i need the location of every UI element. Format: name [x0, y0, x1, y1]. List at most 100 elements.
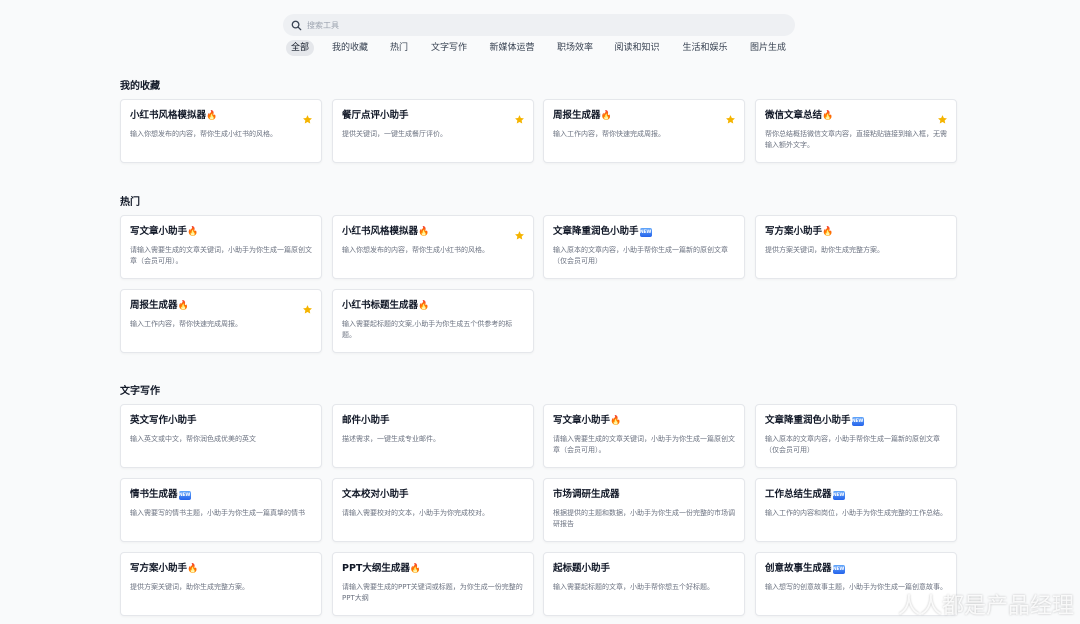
- tool-card[interactable]: 周报生成器🔥 输入工作内容，帮你快速完成周报。: [120, 289, 322, 353]
- tool-card[interactable]: 起标题小助手输入需要起标题的文章，小助手帮你想五个好标题。: [543, 552, 745, 616]
- card-title-row: 创意故事生成器NEW: [765, 562, 947, 576]
- fire-icon: 🔥: [600, 111, 612, 121]
- card-title-row: 情书生成器NEW: [130, 488, 312, 502]
- card-title: 写文章小助手: [130, 226, 188, 237]
- tool-card[interactable]: 邮件小助手 描述需求，一键生成专业邮件。: [332, 404, 534, 468]
- card-description: 输入原本的文章内容，小助手帮你生成一篇新的原创文章（仅会员可用）: [765, 435, 940, 454]
- tool-card[interactable]: 周报生成器🔥 输入工作内容，帮你快速完成周报。: [543, 99, 745, 163]
- star-icon[interactable]: [937, 110, 948, 124]
- tool-card[interactable]: 英文写作小助手输入英文或中文，帮你润色成优美的英文: [120, 404, 322, 468]
- card-description: 输入你想发布的内容，帮你生成小红书的风格。: [130, 130, 277, 138]
- tool-card[interactable]: 写文章小助手🔥 请输入需要生成的文章关键词，小助手为你生成一篇原创文章（会员可用）…: [120, 215, 322, 279]
- card-title-row: 邮件小助手: [342, 414, 524, 428]
- card-title: 创意故事生成器: [765, 563, 832, 574]
- card-description: 请输入需要生成的文章关键词，小助手为你生成一篇原创文章（会员可用）。: [553, 435, 735, 454]
- fire-icon: 🔥: [409, 564, 422, 574]
- card-description: 输入需要写的情书主题，小助手为你生成一篇真挚的情书: [130, 509, 305, 517]
- card-title: 邮件小助手: [342, 415, 390, 426]
- card-title-row: 文章降重润色小助手NEW: [765, 414, 947, 428]
- card-description: 输入原本的文章内容，小助手帮你生成一篇新的原创文章（仅会员可用）: [553, 246, 728, 265]
- card-title: 写方案小助手: [765, 226, 823, 237]
- fire-icon: 🔥: [822, 111, 834, 121]
- card-description: 输入英文或中文，帮你润色成优美的英文: [130, 435, 256, 443]
- fire-icon: 🔥: [822, 227, 834, 237]
- card-title: 微信文章总结: [765, 110, 823, 121]
- search-input[interactable]: [307, 20, 787, 30]
- card-title: 周报生成器: [553, 110, 601, 121]
- card-title: 工作总结生成器: [765, 489, 832, 500]
- tool-card[interactable]: 小红书风格模拟器🔥 输入你想发布的内容，帮你生成小红书的风格。: [332, 215, 534, 279]
- card-description: 输入想写的创意故事主题，小助手为你生成一篇创意故事。: [765, 583, 947, 591]
- star-icon[interactable]: [302, 110, 313, 124]
- card-title-row: 起标题小助手: [553, 562, 735, 576]
- tab-7[interactable]: 生活和娱乐: [677, 40, 732, 56]
- card-title-row: 写方案小助手🔥: [130, 562, 312, 576]
- card-title-row: 微信文章总结🔥: [765, 109, 947, 123]
- tool-card[interactable]: 小红书风格模拟器🔥 输入你想发布的内容，帮你生成小红书的风格。: [120, 99, 322, 163]
- tool-card[interactable]: 文章降重润色小助手NEW 输入原本的文章内容，小助手帮你生成一篇新的原创文章（仅会…: [755, 404, 957, 468]
- new-badge-icon: NEW: [832, 491, 845, 500]
- tab-5[interactable]: 职场效率: [552, 40, 598, 56]
- star-icon[interactable]: [725, 110, 736, 124]
- card-description: 提供方案关键词，助你生成完整方案。: [765, 246, 884, 254]
- card-title: 写方案小助手: [130, 563, 188, 574]
- tab-2[interactable]: 热门: [385, 40, 413, 56]
- tool-card[interactable]: 写文章小助手🔥 请输入需要生成的文章关键词，小助手为你生成一篇原创文章（会员可用）…: [543, 404, 745, 468]
- card-title-row: 工作总结生成器NEW: [765, 488, 947, 502]
- star-icon[interactable]: [302, 300, 313, 314]
- card-description: 输入工作内容，帮你快速完成周报。: [553, 130, 665, 138]
- card-title-row: PPT大纲生成器🔥: [342, 562, 524, 576]
- star-icon[interactable]: [514, 110, 525, 124]
- card-description: 输入需要起标题的文章，小助手帮你想五个好标题。: [553, 583, 714, 591]
- card-description: 提供关键词，一键生成餐厅评价。: [342, 130, 447, 138]
- tool-card[interactable]: 写方案小助手🔥 提供方案关键词，助你生成完整方案。: [755, 215, 957, 279]
- card-title: 起标题小助手: [553, 563, 611, 574]
- tab-8[interactable]: 图片生成: [745, 40, 791, 56]
- tab-6[interactable]: 阅读和知识: [609, 40, 664, 56]
- card-title: 写文章小助手: [553, 415, 611, 426]
- search-bar[interactable]: [283, 14, 795, 36]
- fire-icon: 🔥: [187, 564, 199, 574]
- card-title-row: 文本校对小助手: [342, 488, 524, 502]
- new-badge-icon: NEW: [832, 565, 845, 574]
- card-title: 小红书风格模拟器: [342, 226, 419, 237]
- tool-card[interactable]: 小红书标题生成器🔥 输入需要起标题的文案,小助手为你生成五个供参考的标题。: [332, 289, 534, 353]
- card-title: 小红书风格模拟器: [130, 110, 207, 121]
- card-title: 文本校对小助手: [342, 489, 409, 500]
- card-title-row: 英文写作小助手: [130, 414, 312, 428]
- tool-card[interactable]: 写方案小助手🔥 提供方案关键词，助你生成完整方案。: [120, 552, 322, 616]
- tool-card[interactable]: 微信文章总结🔥 帮你总结概括微信文章内容，直接粘贴链接到输入框，无需输入额外文字。: [755, 99, 957, 163]
- card-title: 小红书标题生成器: [342, 300, 419, 311]
- star-icon[interactable]: [514, 226, 525, 240]
- card-title-row: 写文章小助手🔥: [130, 225, 312, 239]
- tool-card[interactable]: 文本校对小助手 请输入需要校对的文本，小助手为你完成校对。: [332, 478, 534, 542]
- tool-card[interactable]: 餐厅点评小助手提供关键词，一键生成餐厅评价。: [332, 99, 534, 163]
- card-title: 周报生成器: [130, 300, 178, 311]
- tool-page: 全部我的收藏热门文字写作新媒体运营职场效率阅读和知识生活和娱乐图片生成 我的收藏…: [0, 0, 1080, 624]
- card-title-row: 写文章小助手🔥: [553, 414, 735, 428]
- card-title-row: 写方案小助手🔥: [765, 225, 947, 239]
- fire-icon: 🔥: [177, 301, 189, 311]
- tab-0[interactable]: 全部: [285, 40, 315, 56]
- card-description: 帮你总结概括微信文章内容，直接粘贴链接到输入框，无需输入额外文字。: [765, 130, 947, 149]
- tool-card[interactable]: 创意故事生成器NEW 输入想写的创意故事主题，小助手为你生成一篇创意故事。: [755, 552, 957, 616]
- card-title: PPT大纲生成器: [342, 563, 410, 574]
- tool-card[interactable]: 市场调研生成器 根据提供的主题和数据，小助手为你生成一份完整的市场调研报告: [543, 478, 745, 542]
- card-title-row: 小红书风格模拟器🔥: [342, 225, 524, 239]
- tool-card[interactable]: 工作总结生成器NEW 输入工作的内容和岗位，小助手为你生成完整的工作总结。: [755, 478, 957, 542]
- tool-card[interactable]: PPT大纲生成器🔥 请输入需要生成的PPT关键词或标题，为你生成一份完整的PPT大…: [332, 552, 534, 616]
- category-tabs: 全部 我的收藏 热门 文字写作 新媒体运营 职场效率 阅读和知识 生活和娱乐 图片生成: [0, 40, 1080, 56]
- tool-card[interactable]: 情书生成器NEW 输入需要写的情书主题，小助手为你生成一篇真挚的情书: [120, 478, 322, 542]
- card-title-row: 市场调研生成器: [553, 488, 735, 502]
- tab-3[interactable]: 文字写作: [426, 40, 472, 56]
- card-title-row: 小红书风格模拟器🔥: [130, 109, 312, 123]
- card-title-row: 餐厅点评小助手: [342, 109, 524, 123]
- search-icon: [291, 16, 302, 35]
- card-title: 文章降重润色小助手: [765, 415, 851, 426]
- card-title-row: 周报生成器🔥: [130, 299, 312, 313]
- fire-icon: 🔥: [187, 227, 199, 237]
- tool-card[interactable]: 文章降重润色小助手NEW 输入原本的文章内容，小助手帮你生成一篇新的原创文章（仅会…: [543, 215, 745, 279]
- tab-4[interactable]: 新媒体运营: [484, 40, 539, 56]
- card-title-row: 小红书标题生成器🔥: [342, 299, 524, 313]
- tab-1[interactable]: 我的收藏: [327, 40, 373, 56]
